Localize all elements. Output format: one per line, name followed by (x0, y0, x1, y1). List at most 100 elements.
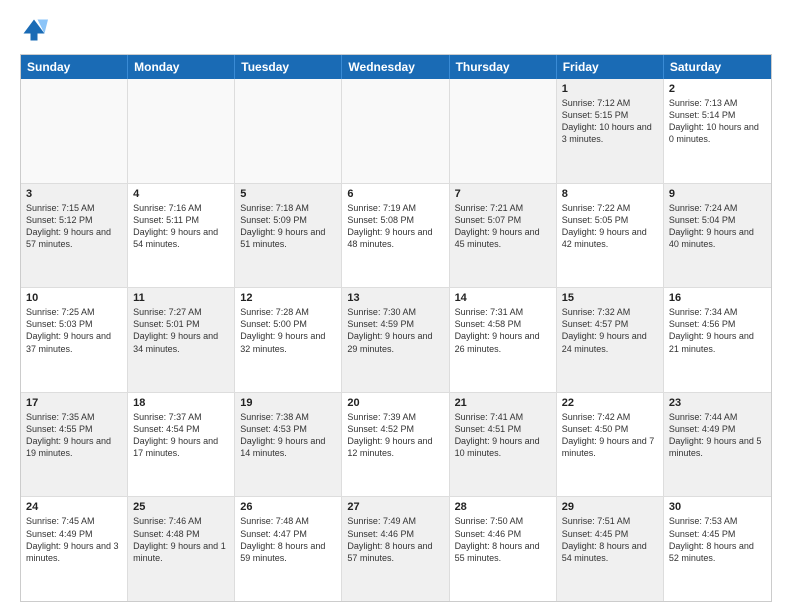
cell-info: Sunrise: 7:12 AM Sunset: 5:15 PM Dayligh… (562, 97, 658, 146)
calendar-cell: 21 Sunrise: 7:41 AM Sunset: 4:51 PM Dayli… (450, 393, 557, 497)
calendar: SundayMondayTuesdayWednesdayThursdayFrid… (20, 54, 772, 602)
cell-info: Sunrise: 7:50 AM Sunset: 4:46 PM Dayligh… (455, 515, 551, 564)
calendar-cell: 11 Sunrise: 7:27 AM Sunset: 5:01 PM Dayli… (128, 288, 235, 392)
cell-info: Sunrise: 7:41 AM Sunset: 4:51 PM Dayligh… (455, 411, 551, 460)
calendar-cell: 22Sunrise: 7:42 AM Sunset: 4:50 PM Dayli… (557, 393, 664, 497)
calendar-cell: 7 Sunrise: 7:21 AM Sunset: 5:07 PM Daylig… (450, 184, 557, 288)
calendar-header-cell: Tuesday (235, 55, 342, 79)
cell-info: Sunrise: 7:53 AM Sunset: 4:45 PM Dayligh… (669, 515, 766, 564)
logo-icon (20, 16, 48, 44)
cell-info: Sunrise: 7:22 AM Sunset: 5:05 PM Dayligh… (562, 202, 658, 251)
calendar-cell: 5 Sunrise: 7:18 AM Sunset: 5:09 PM Daylig… (235, 184, 342, 288)
calendar-header-cell: Wednesday (342, 55, 449, 79)
calendar-cell: 8Sunrise: 7:22 AM Sunset: 5:05 PM Daylig… (557, 184, 664, 288)
day-number: 15 (562, 292, 658, 304)
calendar-cell: 1 Sunrise: 7:12 AM Sunset: 5:15 PM Daylig… (557, 79, 664, 183)
day-number: 5 (240, 188, 336, 200)
calendar-cell: 23 Sunrise: 7:44 AM Sunset: 4:49 PM Dayli… (664, 393, 771, 497)
calendar-cell: 24 Sunrise: 7:45 AM Sunset: 4:49 PM Dayli… (21, 497, 128, 601)
calendar-cell: 30 Sunrise: 7:53 AM Sunset: 4:45 PM Dayli… (664, 497, 771, 601)
calendar-cell: 17 Sunrise: 7:35 AM Sunset: 4:55 PM Dayli… (21, 393, 128, 497)
calendar-body: 1 Sunrise: 7:12 AM Sunset: 5:15 PM Daylig… (21, 79, 771, 601)
calendar-cell: 19Sunrise: 7:38 AM Sunset: 4:53 PM Dayli… (235, 393, 342, 497)
cell-info: Sunrise: 7:32 AM Sunset: 4:57 PM Dayligh… (562, 306, 658, 355)
day-number: 27 (347, 501, 443, 513)
page: SundayMondayTuesdayWednesdayThursdayFrid… (0, 0, 792, 612)
day-number: 25 (133, 501, 229, 513)
calendar-row: 17 Sunrise: 7:35 AM Sunset: 4:55 PM Dayli… (21, 393, 771, 498)
day-number: 29 (562, 501, 658, 513)
calendar-cell: 6Sunrise: 7:19 AM Sunset: 5:08 PM Daylig… (342, 184, 449, 288)
calendar-cell: 18 Sunrise: 7:37 AM Sunset: 4:54 PM Dayli… (128, 393, 235, 497)
calendar-row: 24 Sunrise: 7:45 AM Sunset: 4:49 PM Dayli… (21, 497, 771, 601)
calendar-cell: 26 Sunrise: 7:48 AM Sunset: 4:47 PM Dayli… (235, 497, 342, 601)
day-number: 13 (347, 292, 443, 304)
calendar-cell: 14 Sunrise: 7:31 AM Sunset: 4:58 PM Dayli… (450, 288, 557, 392)
cell-info: Sunrise: 7:28 AM Sunset: 5:00 PM Dayligh… (240, 306, 336, 355)
cell-info: Sunrise: 7:21 AM Sunset: 5:07 PM Dayligh… (455, 202, 551, 251)
header (20, 16, 772, 44)
calendar-cell: 28 Sunrise: 7:50 AM Sunset: 4:46 PM Dayli… (450, 497, 557, 601)
cell-info: Sunrise: 7:25 AM Sunset: 5:03 PM Dayligh… (26, 306, 122, 355)
day-number: 21 (455, 397, 551, 409)
calendar-cell: 20Sunrise: 7:39 AM Sunset: 4:52 PM Dayli… (342, 393, 449, 497)
cell-info: Sunrise: 7:13 AM Sunset: 5:14 PM Dayligh… (669, 97, 766, 146)
calendar-cell (450, 79, 557, 183)
day-number: 12 (240, 292, 336, 304)
day-number: 18 (133, 397, 229, 409)
cell-info: Sunrise: 7:27 AM Sunset: 5:01 PM Dayligh… (133, 306, 229, 355)
cell-info: Sunrise: 7:24 AM Sunset: 5:04 PM Dayligh… (669, 202, 766, 251)
day-number: 16 (669, 292, 766, 304)
cell-info: Sunrise: 7:19 AM Sunset: 5:08 PM Dayligh… (347, 202, 443, 251)
day-number: 3 (26, 188, 122, 200)
day-number: 2 (669, 83, 766, 95)
day-number: 30 (669, 501, 766, 513)
calendar-cell (128, 79, 235, 183)
calendar-cell: 16 Sunrise: 7:34 AM Sunset: 4:56 PM Dayli… (664, 288, 771, 392)
calendar-header-cell: Friday (557, 55, 664, 79)
calendar-cell: 12 Sunrise: 7:28 AM Sunset: 5:00 PM Dayli… (235, 288, 342, 392)
cell-info: Sunrise: 7:45 AM Sunset: 4:49 PM Dayligh… (26, 515, 122, 564)
calendar-cell: 10Sunrise: 7:25 AM Sunset: 5:03 PM Dayli… (21, 288, 128, 392)
cell-info: Sunrise: 7:44 AM Sunset: 4:49 PM Dayligh… (669, 411, 766, 460)
day-number: 24 (26, 501, 122, 513)
calendar-header-cell: Saturday (664, 55, 771, 79)
cell-info: Sunrise: 7:18 AM Sunset: 5:09 PM Dayligh… (240, 202, 336, 251)
cell-info: Sunrise: 7:51 AM Sunset: 4:45 PM Dayligh… (562, 515, 658, 564)
day-number: 23 (669, 397, 766, 409)
calendar-cell: 4Sunrise: 7:16 AM Sunset: 5:11 PM Daylig… (128, 184, 235, 288)
calendar-header-cell: Thursday (450, 55, 557, 79)
calendar-header-cell: Sunday (21, 55, 128, 79)
cell-info: Sunrise: 7:34 AM Sunset: 4:56 PM Dayligh… (669, 306, 766, 355)
day-number: 7 (455, 188, 551, 200)
calendar-cell: 3 Sunrise: 7:15 AM Sunset: 5:12 PM Daylig… (21, 184, 128, 288)
day-number: 19 (240, 397, 336, 409)
calendar-row: 3 Sunrise: 7:15 AM Sunset: 5:12 PM Daylig… (21, 184, 771, 289)
calendar-row: 10Sunrise: 7:25 AM Sunset: 5:03 PM Dayli… (21, 288, 771, 393)
calendar-header-cell: Monday (128, 55, 235, 79)
cell-info: Sunrise: 7:48 AM Sunset: 4:47 PM Dayligh… (240, 515, 336, 564)
cell-info: Sunrise: 7:31 AM Sunset: 4:58 PM Dayligh… (455, 306, 551, 355)
cell-info: Sunrise: 7:37 AM Sunset: 4:54 PM Dayligh… (133, 411, 229, 460)
day-number: 9 (669, 188, 766, 200)
calendar-cell (235, 79, 342, 183)
calendar-cell: 25Sunrise: 7:46 AM Sunset: 4:48 PM Dayli… (128, 497, 235, 601)
calendar-cell (21, 79, 128, 183)
day-number: 1 (562, 83, 658, 95)
calendar-header: SundayMondayTuesdayWednesdayThursdayFrid… (21, 55, 771, 79)
day-number: 4 (133, 188, 229, 200)
calendar-cell: 13 Sunrise: 7:30 AM Sunset: 4:59 PM Dayli… (342, 288, 449, 392)
calendar-cell (342, 79, 449, 183)
day-number: 11 (133, 292, 229, 304)
cell-info: Sunrise: 7:35 AM Sunset: 4:55 PM Dayligh… (26, 411, 122, 460)
day-number: 14 (455, 292, 551, 304)
calendar-cell: 2 Sunrise: 7:13 AM Sunset: 5:14 PM Daylig… (664, 79, 771, 183)
day-number: 28 (455, 501, 551, 513)
cell-info: Sunrise: 7:39 AM Sunset: 4:52 PM Dayligh… (347, 411, 443, 460)
cell-info: Sunrise: 7:15 AM Sunset: 5:12 PM Dayligh… (26, 202, 122, 251)
day-number: 17 (26, 397, 122, 409)
calendar-cell: 9 Sunrise: 7:24 AM Sunset: 5:04 PM Daylig… (664, 184, 771, 288)
day-number: 26 (240, 501, 336, 513)
calendar-row: 1 Sunrise: 7:12 AM Sunset: 5:15 PM Daylig… (21, 79, 771, 184)
cell-info: Sunrise: 7:30 AM Sunset: 4:59 PM Dayligh… (347, 306, 443, 355)
